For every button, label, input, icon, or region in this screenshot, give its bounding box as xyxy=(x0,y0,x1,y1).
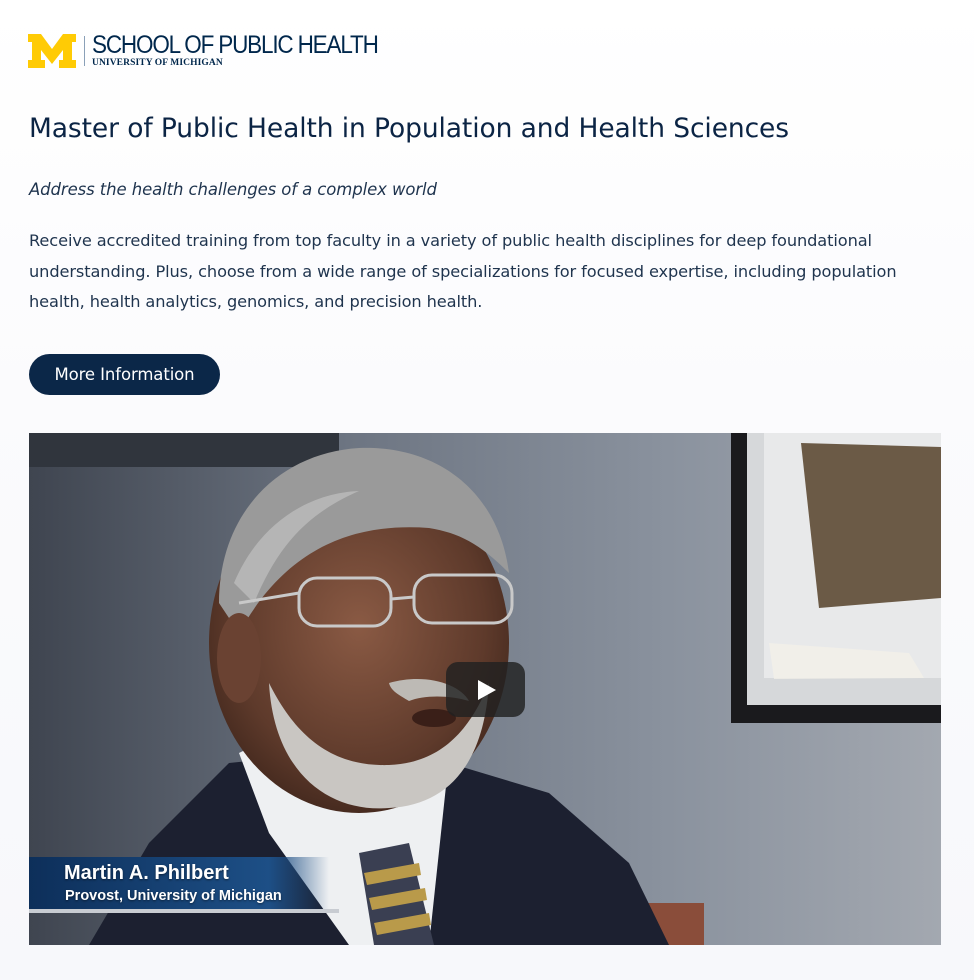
program-description: Receive accredited training from top fac… xyxy=(29,231,897,311)
logo-divider xyxy=(84,35,85,66)
school-logo[interactable]: SCHOOL OF PUBLIC HEALTH UNIVERSITY OF MI… xyxy=(28,33,409,69)
speaker-name: Martin A. Philbert xyxy=(64,862,229,884)
more-information-button[interactable]: More Information xyxy=(29,354,220,395)
play-icon xyxy=(477,679,496,700)
block-m-icon xyxy=(28,33,76,68)
logo-wordmark: SCHOOL OF PUBLIC HEALTH UNIVERSITY OF MI… xyxy=(92,33,409,69)
page-subtitle: Address the health challenges of a compl… xyxy=(29,180,437,199)
page-title: Master of Public Health in Population an… xyxy=(29,113,789,144)
play-button[interactable] xyxy=(446,662,525,717)
speaker-title: Provost, University of Michigan xyxy=(65,888,282,904)
video-player[interactable]: Martin A. Philbert Provost, University o… xyxy=(29,433,941,945)
logo-university-name: UNIVERSITY OF MICHIGAN xyxy=(92,58,223,68)
logo-school-name: SCHOOL OF PUBLIC HEALTH xyxy=(92,31,379,59)
